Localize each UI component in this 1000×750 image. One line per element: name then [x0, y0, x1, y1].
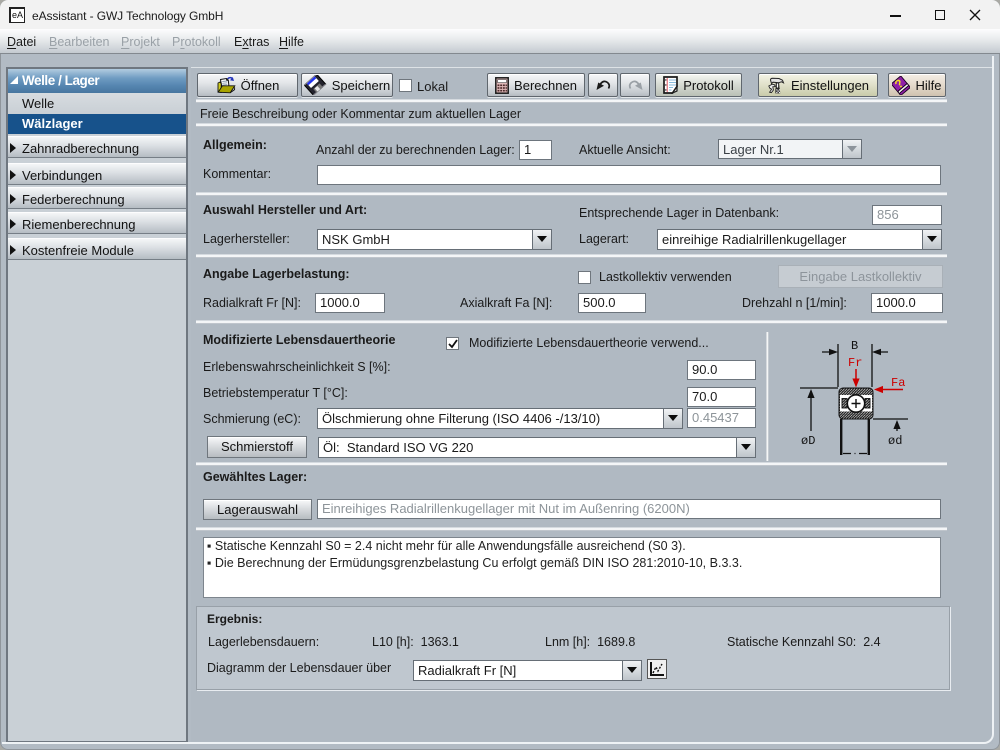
svg-text:øD: øD: [801, 434, 815, 448]
svg-text:B: B: [851, 339, 858, 353]
svg-text:Fr: Fr: [848, 356, 862, 370]
svg-text:Fa: Fa: [891, 376, 905, 390]
svg-text:ød: ød: [888, 434, 902, 448]
